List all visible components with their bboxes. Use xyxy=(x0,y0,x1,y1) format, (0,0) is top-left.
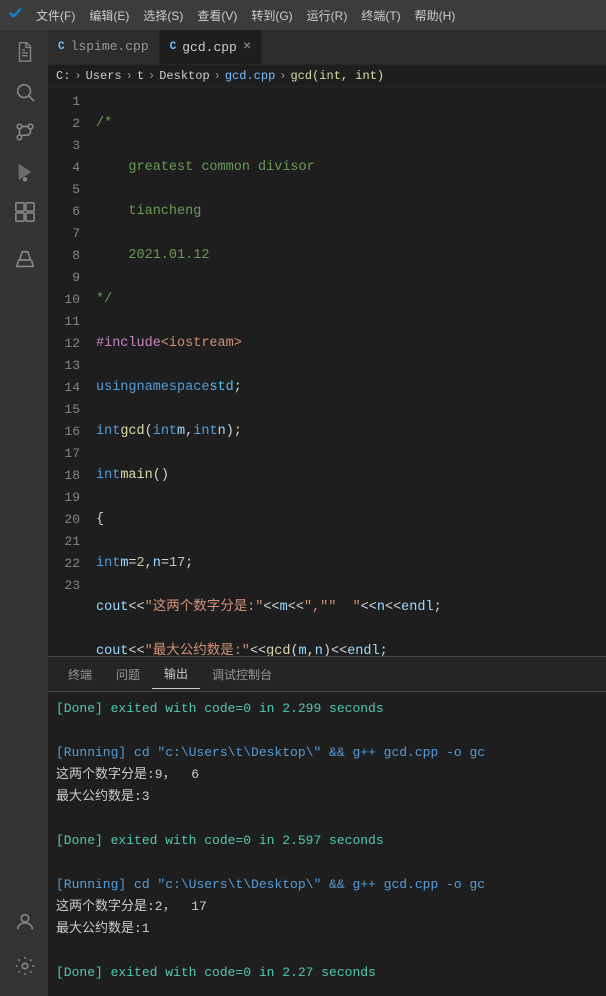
activity-source-control[interactable] xyxy=(6,114,42,150)
panel-tab-terminal[interactable]: 终端 xyxy=(56,660,104,689)
menu-help[interactable]: 帮助(H) xyxy=(409,5,462,26)
panel-tab-problems[interactable]: 问题 xyxy=(104,660,152,689)
tab-gcd-label: gcd.cpp xyxy=(182,40,237,55)
menu-view[interactable]: 查看(V) xyxy=(191,5,243,26)
activity-settings[interactable] xyxy=(6,948,42,984)
code-line-6: #include<iostream> xyxy=(96,333,606,355)
code-content: 12345 678910 1112131415 1617181920 21222… xyxy=(48,87,606,656)
tab-lspime-label: lspime.cpp xyxy=(71,39,149,54)
breadcrumb-c: C: xyxy=(56,69,70,83)
code-line-12: cout<<"这两个数字分是:"<<m<<"," " "<<n<<endl; xyxy=(96,597,606,619)
titlebar: 文件(F) 编辑(E) 选择(S) 查看(V) 转到(G) 运行(R) 终端(T… xyxy=(0,0,606,30)
panel-tabs: 终端 问题 输出 调试控制台 xyxy=(48,657,606,692)
terminal-line-13: [Done] exited with code=0 in 2.27 second… xyxy=(56,962,598,984)
activity-bar xyxy=(0,30,48,996)
code-text[interactable]: /* greatest common divisor tiancheng 202… xyxy=(88,87,606,656)
terminal-panel: 终端 问题 输出 调试控制台 [Done] exited with code=0… xyxy=(48,656,606,996)
code-line-10: { xyxy=(96,509,606,531)
tab-gcd-close[interactable]: × xyxy=(243,39,251,55)
code-line-2: greatest common divisor xyxy=(96,157,606,179)
main-layout: C lspime.cpp C gcd.cpp × C: › Users › t … xyxy=(0,30,606,996)
menu-select[interactable]: 选择(S) xyxy=(137,5,189,26)
breadcrumb-users: Users xyxy=(86,69,122,83)
tabs-bar: C lspime.cpp C gcd.cpp × xyxy=(48,30,606,65)
tab-lspime-icon: C xyxy=(58,41,65,53)
vscode-icon xyxy=(8,7,24,23)
terminal-line-7: [Done] exited with code=0 in 2.597 secon… xyxy=(56,830,598,852)
activity-account[interactable] xyxy=(6,904,42,940)
terminal-line-3: [Running] cd "c:\Users\t\Desktop\" && g+… xyxy=(56,742,598,764)
code-line-13: cout<<"最大公约数是:"<<gcd(m,n)<<endl; xyxy=(96,641,606,656)
menu-run[interactable]: 运行(R) xyxy=(301,5,354,26)
breadcrumb: C: › Users › t › Desktop › gcd.cpp › gcd… xyxy=(48,65,606,87)
breadcrumb-desktop: Desktop xyxy=(159,69,209,83)
terminal-line-1: [Done] exited with code=0 in 2.299 secon… xyxy=(56,698,598,720)
code-line-1: /* xyxy=(96,113,606,135)
menu-file[interactable]: 文件(F) xyxy=(30,5,81,26)
activity-bottom xyxy=(6,904,42,988)
code-line-11: int m=2,n=17; xyxy=(96,553,606,575)
code-line-4: 2021.01.12 xyxy=(96,245,606,267)
activity-run-debug[interactable] xyxy=(6,154,42,190)
terminal-empty-4 xyxy=(56,940,598,962)
code-line-3: tiancheng xyxy=(96,201,606,223)
activity-files[interactable] xyxy=(6,34,42,70)
breadcrumb-func: gcd(int, int) xyxy=(290,69,384,83)
code-line-7: using namespace std; xyxy=(96,377,606,399)
code-line-5: */ xyxy=(96,289,606,311)
code-line-8: int gcd(int m,int n); xyxy=(96,421,606,443)
activity-extensions[interactable] xyxy=(6,194,42,230)
terminal-empty-3 xyxy=(56,852,598,874)
breadcrumb-t: t xyxy=(137,69,144,83)
menu-terminal[interactable]: 终端(T) xyxy=(355,5,406,26)
tab-gcd[interactable]: C gcd.cpp × xyxy=(160,30,263,64)
terminal-line-4: 这两个数字分是:9， 6 xyxy=(56,764,598,786)
tab-gcd-icon: C xyxy=(170,41,177,53)
activity-search[interactable] xyxy=(6,74,42,110)
terminal-line-10: 这两个数字分是:2， 17 xyxy=(56,896,598,918)
terminal-line-11: 最大公约数是:1 xyxy=(56,918,598,940)
terminal-output: [Done] exited with code=0 in 2.299 secon… xyxy=(48,692,606,996)
terminal-empty-1 xyxy=(56,720,598,742)
activity-test[interactable] xyxy=(6,242,42,278)
code-line-9: int main() xyxy=(96,465,606,487)
terminal-empty-2 xyxy=(56,808,598,830)
code-editor[interactable]: 12345 678910 1112131415 1617181920 21222… xyxy=(48,87,606,656)
terminal-line-5: 最大公约数是:3 xyxy=(56,786,598,808)
line-numbers: 12345 678910 1112131415 1617181920 21222… xyxy=(48,87,88,656)
editor-area: C lspime.cpp C gcd.cpp × C: › Users › t … xyxy=(48,30,606,996)
panel-tab-output[interactable]: 输出 xyxy=(152,659,200,689)
panel-tab-debug[interactable]: 调试控制台 xyxy=(200,660,284,689)
tab-lspime[interactable]: C lspime.cpp xyxy=(48,30,160,64)
breadcrumb-file: gcd.cpp xyxy=(225,69,275,83)
menu-goto[interactable]: 转到(G) xyxy=(245,5,298,26)
terminal-line-9: [Running] cd "c:\Users\t\Desktop\" && g+… xyxy=(56,874,598,896)
menu-edit[interactable]: 编辑(E) xyxy=(83,5,135,26)
menu-bar: 文件(F) 编辑(E) 选择(S) 查看(V) 转到(G) 运行(R) 终端(T… xyxy=(30,5,461,26)
